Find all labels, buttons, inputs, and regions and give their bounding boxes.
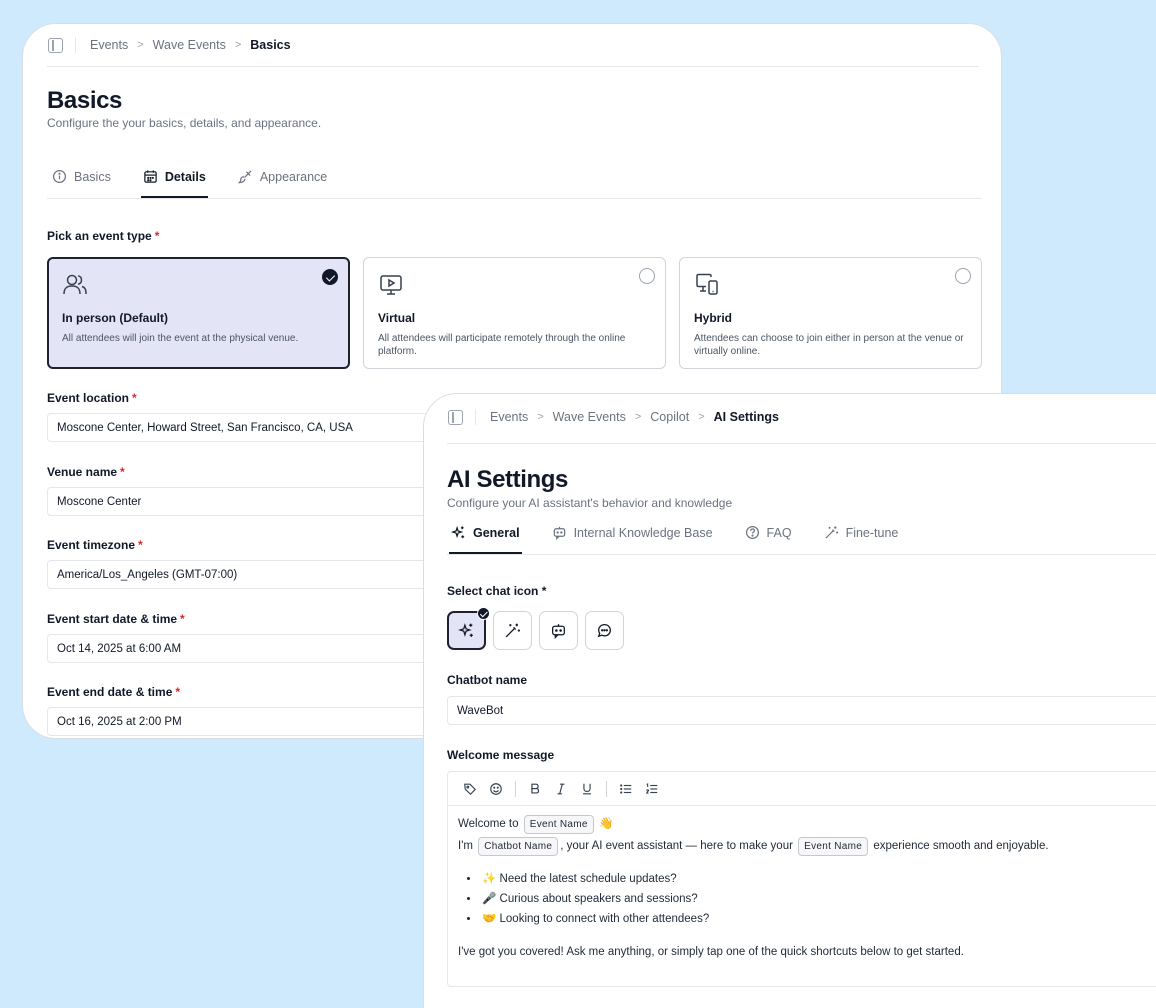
chat-icon-option-wand[interactable] xyxy=(493,611,532,650)
tab-divider xyxy=(447,554,1156,555)
welcome-message-label: Welcome message xyxy=(447,748,555,762)
radio-unselected[interactable] xyxy=(955,268,971,284)
underline-icon[interactable] xyxy=(574,778,600,800)
event-end-label: Event end date & time * xyxy=(47,685,181,699)
breadcrumb-events[interactable]: Events xyxy=(490,410,528,424)
event-type-virtual[interactable]: Virtual All attendees will participate r… xyxy=(363,257,666,369)
list-item: ✨ Need the latest schedule updates? xyxy=(480,869,1156,889)
breadcrumb-copilot[interactable]: Copilot xyxy=(650,410,689,424)
welcome-closing: I've got you covered! Ask me anything, o… xyxy=(458,946,964,958)
venue-name-label: Venue name * xyxy=(47,465,125,479)
event-location-label: Event location * xyxy=(47,391,137,405)
welcome-message-editor[interactable]: Welcome to Event Name 👋 I'm Chatbot Name… xyxy=(447,771,1156,987)
chevron-right-icon: > xyxy=(634,411,642,423)
chat-icon-option-message[interactable] xyxy=(585,611,624,650)
tab-appearance[interactable]: Appearance xyxy=(236,169,329,198)
chat-icon-option-sparkles[interactable] xyxy=(447,607,490,650)
sparkles-icon xyxy=(458,623,473,637)
check-icon xyxy=(477,607,490,620)
chevron-right-icon: > xyxy=(234,39,242,51)
calendar-icon xyxy=(144,170,157,183)
ai-settings-window: Events > Wave Events > Copilot > AI Sett… xyxy=(423,393,1156,1008)
list-item: 🎤 Curious about speakers and sessions? xyxy=(480,889,1156,909)
radio-selected[interactable] xyxy=(322,269,338,285)
breadcrumb-wave-events[interactable]: Wave Events xyxy=(153,38,226,52)
breadcrumb: Events > Wave Events > Basics xyxy=(48,37,291,53)
divider xyxy=(47,66,979,67)
divider xyxy=(447,443,1156,444)
numbered-list-icon[interactable] xyxy=(639,778,665,800)
tab-general[interactable]: General xyxy=(449,525,522,554)
welcome-line-1: Welcome to Event Name 👋 xyxy=(458,813,1156,835)
tab-details[interactable]: Details xyxy=(140,169,208,198)
sidebar-toggle-icon[interactable] xyxy=(48,37,63,53)
tab-faq[interactable]: FAQ xyxy=(743,525,794,554)
magic-wand-icon xyxy=(505,623,520,638)
list-item: 🤝 Looking to connect with other attendee… xyxy=(480,909,1156,929)
chatbot-name-label: Chatbot name xyxy=(447,673,528,687)
bullet-list-icon[interactable] xyxy=(613,778,639,800)
breadcrumb: Events > Wave Events > Copilot > AI Sett… xyxy=(448,409,779,425)
card-description: All attendees will participate remotely … xyxy=(378,333,626,357)
chevron-right-icon: > xyxy=(698,411,705,423)
tab-fine-tune[interactable]: Fine-tune xyxy=(822,525,901,554)
card-title: Virtual xyxy=(378,311,416,325)
page-title: AI Settings xyxy=(447,466,568,493)
breadcrumb-current: Basics xyxy=(250,38,291,52)
chatbot-name-input[interactable]: WaveBot xyxy=(447,696,1156,725)
page-subtitle: Configure the your basics, details, and … xyxy=(47,116,322,130)
bold-icon[interactable] xyxy=(522,778,548,800)
tab-basics[interactable]: Basics xyxy=(50,169,113,198)
card-description: Attendees can choose to join either in p… xyxy=(694,333,964,357)
event-type-label: Pick an event type * xyxy=(47,229,160,243)
chevron-right-icon: > xyxy=(537,411,544,423)
chat-icon-option-bot[interactable] xyxy=(539,611,578,650)
bot-message-icon xyxy=(552,624,565,639)
card-description: All attendees will join the event at the… xyxy=(62,333,299,344)
monitor-play-icon xyxy=(380,275,402,295)
event-type-hybrid[interactable]: Hybrid Attendees can choose to join eith… xyxy=(679,257,982,369)
chat-icon-label: Select chat icon * xyxy=(447,584,547,598)
page-subtitle: Configure your AI assistant's behavior a… xyxy=(447,496,733,510)
sparkles-icon xyxy=(451,525,465,539)
welcome-line-2: I'm Chatbot Name, your AI event assistan… xyxy=(458,835,1156,857)
tab-bar: General Internal Knowledge Base FAQ Fine… xyxy=(449,525,928,554)
tab-internal-knowledge-base[interactable]: Internal Knowledge Base xyxy=(550,525,715,554)
brush-icon xyxy=(237,170,252,184)
editor-toolbar xyxy=(448,772,1156,806)
italic-icon[interactable] xyxy=(548,778,574,800)
page-title: Basics xyxy=(47,87,122,114)
help-circle-icon xyxy=(745,525,759,540)
wand-icon xyxy=(825,526,838,539)
event-name-token[interactable]: Event Name xyxy=(523,815,594,834)
chat-bot-icon xyxy=(553,526,565,540)
chatbot-name-token[interactable]: Chatbot Name xyxy=(478,837,559,856)
message-circle-icon xyxy=(597,624,611,638)
devices-icon xyxy=(696,273,718,295)
event-type-in-person[interactable]: In person (Default) All attendees will j… xyxy=(47,257,350,369)
breadcrumb-events[interactable]: Events xyxy=(90,38,128,52)
event-start-label: Event start date & time * xyxy=(47,612,185,626)
card-title: Hybrid xyxy=(694,311,733,325)
sidebar-toggle-icon[interactable] xyxy=(448,409,463,425)
tab-divider xyxy=(47,198,981,199)
radio-unselected[interactable] xyxy=(639,268,655,284)
emoji-icon[interactable] xyxy=(483,778,509,800)
info-icon xyxy=(52,169,67,184)
event-name-token[interactable]: Event Name xyxy=(798,837,869,856)
users-icon xyxy=(63,274,87,295)
chevron-right-icon: > xyxy=(137,39,144,51)
breadcrumb-wave-events[interactable]: Wave Events xyxy=(553,410,626,424)
tag-icon[interactable] xyxy=(457,778,483,800)
card-title: In person (Default) xyxy=(62,311,169,325)
tab-bar: Basics Details Appearance xyxy=(50,169,357,198)
welcome-bullet-list: ✨ Need the latest schedule updates? 🎤 Cu… xyxy=(480,869,1156,929)
event-timezone-label: Event timezone * xyxy=(47,538,143,552)
editor-content[interactable]: Welcome to Event Name 👋 I'm Chatbot Name… xyxy=(448,806,1156,970)
breadcrumb-current: AI Settings xyxy=(713,410,779,424)
